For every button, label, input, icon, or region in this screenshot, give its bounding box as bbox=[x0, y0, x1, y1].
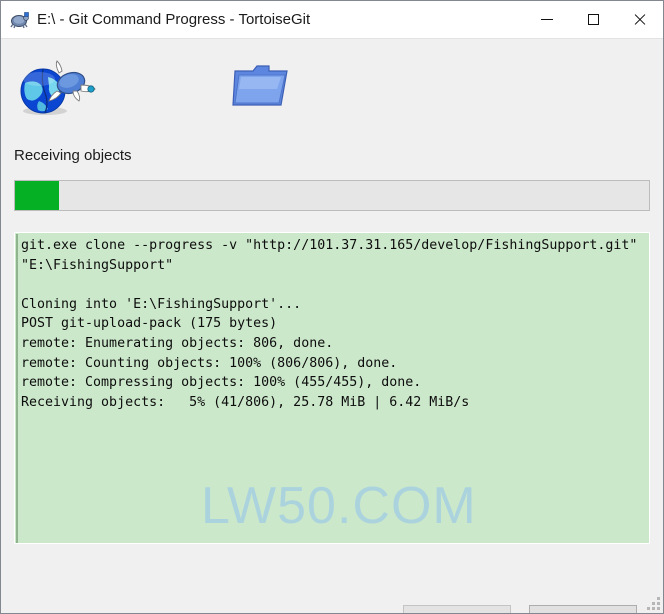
close-button[interactable]: Close bbox=[403, 605, 511, 613]
status-label: Receiving objects bbox=[14, 147, 132, 164]
maximize-button[interactable] bbox=[570, 1, 616, 38]
client-area: Receiving objects LW50.COM git.exe clone… bbox=[1, 39, 663, 613]
progress-bar bbox=[14, 180, 650, 211]
minimize-button[interactable] bbox=[524, 1, 570, 38]
window-title: E:\ - Git Command Progress - TortoiseGit bbox=[37, 11, 311, 28]
globe-with-turtle-icon bbox=[15, 53, 99, 119]
git-command-progress-window: E:\ - Git Command Progress - TortoiseGit bbox=[0, 0, 664, 614]
abort-button[interactable]: Abort bbox=[529, 605, 637, 613]
maximize-icon bbox=[587, 14, 599, 25]
command-output-log[interactable]: LW50.COM git.exe clone --progress -v "ht… bbox=[14, 232, 650, 544]
folder-icon bbox=[229, 57, 293, 115]
progress-bar-fill bbox=[15, 181, 59, 210]
close-icon bbox=[633, 13, 646, 26]
log-caret bbox=[16, 234, 18, 543]
close-window-button[interactable] bbox=[616, 1, 662, 38]
minimize-icon bbox=[541, 19, 553, 20]
watermark: LW50.COM bbox=[201, 477, 477, 535]
tortoisegit-turtle-icon bbox=[9, 9, 31, 31]
resize-grip[interactable] bbox=[647, 597, 660, 610]
log-text: git.exe clone --progress -v "http://101.… bbox=[21, 238, 638, 410]
title-bar[interactable]: E:\ - Git Command Progress - TortoiseGit bbox=[1, 1, 663, 39]
